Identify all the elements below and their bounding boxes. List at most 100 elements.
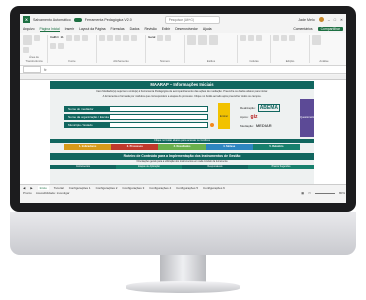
font-name-select[interactable]: Calibri [50,35,59,41]
formula-bar: fx [20,66,346,74]
field-mediador: Nome do mediador [64,106,208,112]
tab-arquivo[interactable]: Arquivo [23,27,35,31]
comments-button[interactable]: Comentários [293,27,312,31]
module-button-2[interactable]: 2. Processos [111,144,159,150]
insert-cells-icon[interactable] [240,35,246,41]
ribbon-group-label: Número [160,59,170,63]
search-input[interactable]: Pesquisar (Alt+G) [164,15,220,24]
tab-exibir[interactable]: Exibir [162,27,170,31]
section2-col: Prazos Sugeridos [248,165,314,169]
format-table-icon[interactable] [198,35,207,45]
monitor-stand-neck [160,255,206,283]
dashboard-title: MAARAP – Informações Iniciais [50,81,314,89]
module-button-1[interactable]: 1. Indicadores [64,144,112,150]
align-right-icon[interactable] [115,35,121,41]
conditional-format-icon[interactable] [187,35,196,45]
analyze-data-icon[interactable] [312,35,321,45]
graficos-banner: Clique no botão abaixo para acessar os G… [50,139,314,143]
monitor-chin [10,212,356,255]
paste-icon[interactable] [23,35,32,45]
font-size-select[interactable]: 11 [61,35,64,41]
tab-revisao[interactable]: Revisão [144,27,156,31]
comma-icon[interactable] [165,35,172,41]
mediador-input[interactable] [110,107,207,111]
find-icon[interactable] [289,35,295,41]
underline-icon[interactable] [81,35,88,41]
field-label: Nome da organização / Escola [68,115,109,119]
ribbon-group-analysis: Análise [312,35,338,63]
ribbon-group-number: Geral Número [148,35,185,63]
ribbon-group-label: Estilos [206,59,216,63]
organizacao-input[interactable] [110,115,207,119]
field-label: Nome do mediador [68,107,94,111]
status-ready: Pronto [23,191,32,195]
wrap-text-icon[interactable] [123,35,129,41]
sort-filter-icon[interactable] [281,35,287,41]
tab-ajuda[interactable]: Ajuda [203,27,212,31]
partner-logos: Realização: ABEMA Apoio: giz Mediação: MEDI… [240,103,298,130]
cut-icon[interactable] [34,35,40,41]
bold-icon[interactable] [65,35,72,41]
format-cells-icon[interactable] [256,35,262,41]
module-button-3[interactable]: 3. Resultados [158,144,206,150]
delete-cells-icon[interactable] [248,35,254,41]
page-layout-icon[interactable]: ▭ [308,191,311,195]
accessibility-status[interactable]: Acessibilidade: investigar [36,191,70,195]
section2-col: Etapas de Aplicação [116,165,182,169]
cell-styles-icon[interactable] [209,35,218,45]
fill-color-icon[interactable] [50,43,56,49]
tab-dados[interactable]: Dados [130,27,140,31]
info-icon[interactable] [210,123,214,127]
italic-icon[interactable] [73,35,80,41]
ribbon-group-editing: Edição [273,35,310,63]
ribbon: Área de Transferência Calibri 11 Fonte A… [20,33,346,66]
ribbon-tabs: Arquivo Página Inicial Inserir Layout da… [20,25,346,33]
tab-pagina-inicial[interactable]: Página Inicial [39,27,60,32]
zoom-level[interactable]: 80% [339,191,345,195]
input-fields: Nome do mediador Nome da organização / E… [64,106,208,130]
number-format-select[interactable]: Geral [148,35,155,41]
tab-desenvolvedor[interactable]: Desenvolvedor [175,27,198,31]
autosum-icon[interactable] [273,35,279,41]
section2-subtitle: Orientações gerais para a utilização dos… [136,160,228,163]
normal-view-icon[interactable]: ▦ [301,191,304,195]
minimize-icon[interactable]: – [328,18,330,22]
maximize-icon[interactable]: □ [334,18,336,22]
avatar[interactable] [318,17,324,22]
mediacao-label: Mediação: [240,123,254,128]
module-button-4[interactable]: 4. Síntese [205,144,253,150]
section2-title: Roteiro de Conteúdo para a Implementação… [50,153,314,160]
column-headers [20,75,346,80]
giz-logo: giz [250,113,258,120]
module-button-5[interactable]: 5. Relatório [252,144,301,150]
tab-inserir[interactable]: Inserir [65,27,74,31]
worksheet[interactable]: MAARAP – Informações Iniciais Caro Media… [20,75,346,184]
monitor-stand-base [126,281,240,293]
ribbon-group-alignment: Alinhamento [99,35,146,63]
align-left-icon[interactable] [99,35,105,41]
municipio-input[interactable] [110,123,207,127]
autosave-toggle[interactable] [73,17,82,22]
enter-button[interactable]: Entrar [218,103,230,129]
merge-icon[interactable] [131,35,137,41]
ribbon-group-cells: Células [240,35,271,63]
name-box[interactable] [23,66,41,73]
function-icon[interactable]: fx [44,68,46,72]
title-bar: X Salvamento Automático Ferramenta Pedag… [20,14,346,25]
close-icon[interactable]: ✕ [340,18,343,22]
percent-icon[interactable] [157,35,164,41]
field-organizacao: Nome da organização / Escola [64,114,208,120]
zoom-slider[interactable] [314,192,335,194]
autosave-label: Salvamento Automático [33,17,71,22]
font-color-icon[interactable] [58,43,64,49]
questionario-button[interactable]: Questionário [300,99,315,137]
copy-icon[interactable] [23,47,29,53]
ribbon-group-label: Alinhamento [113,59,129,63]
abema-logo: ABEMA [257,103,281,112]
tab-formulas[interactable]: Fórmulas [111,27,125,31]
formula-input[interactable] [49,67,346,72]
align-center-icon[interactable] [107,35,113,41]
user-name[interactable]: Jade Melo [298,18,315,22]
share-button[interactable]: Compartilhar [317,27,343,31]
tab-layout[interactable]: Layout da Página [79,27,105,31]
